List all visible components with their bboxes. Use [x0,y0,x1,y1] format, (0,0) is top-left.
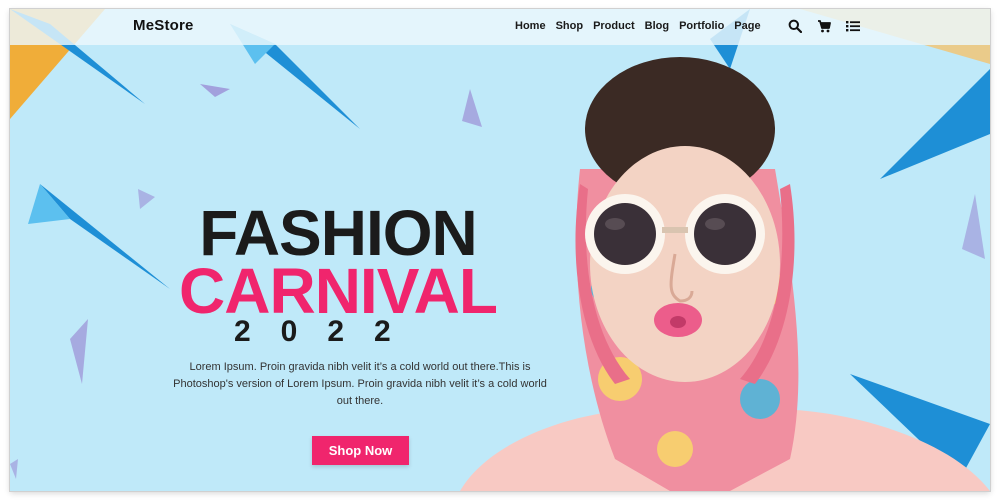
nav-shop[interactable]: Shop [556,20,584,32]
shop-now-button[interactable]: Shop Now [312,436,409,465]
nav-home[interactable]: Home [515,20,546,32]
hero-year: 2022 [234,315,421,348]
search-icon[interactable] [788,19,802,33]
nav-blog[interactable]: Blog [645,20,669,32]
cart-icon[interactable] [817,19,831,33]
hero-title-line2: CARNIVAL [179,255,498,327]
purple-shard [10,459,18,479]
nav-portfolio[interactable]: Portfolio [679,20,724,32]
hero-description: Lorem Ipsum. Proin gravida nibh velit it… [173,361,547,407]
list-menu-icon[interactable] [846,19,860,33]
main-menu: Home Shop Product Blog Portfolio Page [515,20,771,32]
page-frame: MeStore Home Shop Product Blog Portfolio… [10,9,990,491]
top-navbar: MeStore Home Shop Product Blog Portfolio… [10,9,990,45]
nav-product[interactable]: Product [593,20,635,32]
purple-shard [200,84,230,97]
nav-page[interactable]: Page [734,20,760,32]
site-logo[interactable]: MeStore [133,17,194,34]
purple-shard [70,319,88,384]
